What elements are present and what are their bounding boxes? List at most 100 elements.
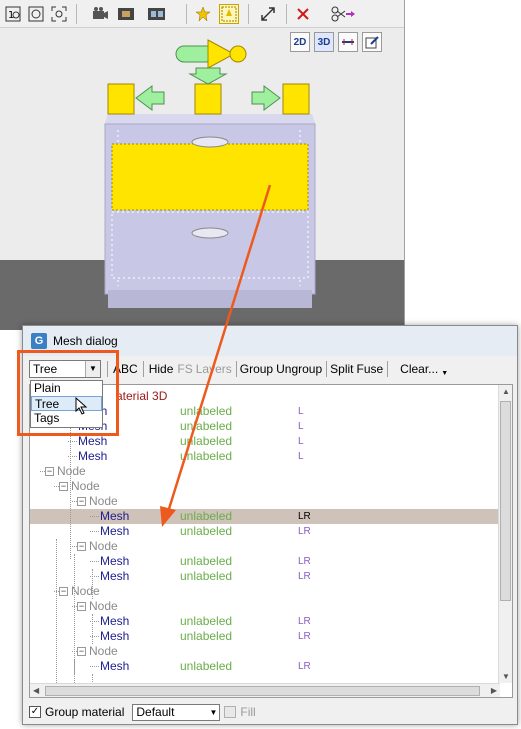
toolbar-separator xyxy=(186,4,187,24)
clear-button[interactable]: Clear... xyxy=(390,362,441,376)
mesh-tag: L xyxy=(298,436,304,447)
tree-node-row[interactable]: − Node xyxy=(30,599,500,614)
mesh-status: unlabeled xyxy=(180,554,233,568)
tree-guide-line xyxy=(92,614,93,644)
mesh-status: unlabeled xyxy=(180,614,233,628)
material-select[interactable]: Default ▼ xyxy=(132,703,221,721)
tree-node-row[interactable]: − Node xyxy=(30,539,500,554)
mesh-dialog: G Mesh dialog Tree ▼ ABC Hide FS Layers … xyxy=(17,325,518,725)
mesh-tag: LR xyxy=(298,631,311,642)
tree-mesh-row[interactable]: Mesh unlabeled LR xyxy=(30,614,500,629)
mesh-tag: LR xyxy=(298,526,311,537)
scroll-left-icon[interactable]: ◀ xyxy=(33,686,39,695)
node-label: Node xyxy=(89,494,118,508)
lower-drawer xyxy=(111,211,309,279)
vertical-scroll-thumb[interactable] xyxy=(500,401,511,601)
callout-highlight-box xyxy=(17,350,119,436)
gizmo-rotate-ball xyxy=(229,45,247,63)
fill-label: Fill xyxy=(240,705,256,719)
fill-checkbox[interactable] xyxy=(224,706,237,718)
gizmo-left-handle xyxy=(107,83,135,115)
toolbar-separator xyxy=(235,361,237,377)
zoom-fit-icon[interactable] xyxy=(49,4,69,24)
chevron-down-icon: ▼ xyxy=(209,707,218,717)
mesh-label: Mesh xyxy=(100,509,130,523)
node-label: Node xyxy=(89,644,118,658)
tree-root-label: aterial 3D xyxy=(116,389,168,403)
select-icon[interactable] xyxy=(219,4,239,24)
tree-mesh-row[interactable]: Mesh unlabeled LR xyxy=(30,659,500,674)
fuse-button[interactable]: Fuse xyxy=(354,362,385,376)
film-strip-icon[interactable] xyxy=(146,4,166,24)
mesh-status: unlabeled xyxy=(180,629,233,643)
mesh-status: unlabeled xyxy=(180,659,233,673)
horizontal-scrollbar[interactable]: ◀ ▶ xyxy=(30,683,500,697)
mesh-label: Mesh xyxy=(100,524,130,538)
scroll-right-icon[interactable]: ▶ xyxy=(491,686,497,695)
tree-node-row[interactable]: − Node xyxy=(30,479,500,494)
tree-guide-line xyxy=(56,539,57,697)
split-button[interactable]: Split xyxy=(329,362,354,376)
tree-guide-line xyxy=(92,569,93,599)
tree-connector xyxy=(90,666,99,667)
tree-node-row[interactable]: − Node xyxy=(30,584,500,599)
node-label: Node xyxy=(57,464,86,478)
camera-icon[interactable] xyxy=(90,4,110,24)
group-material-checkbox[interactable]: ✓ xyxy=(29,706,41,718)
collapse-icon[interactable]: − xyxy=(77,602,86,611)
ungroup-button[interactable]: Ungroup xyxy=(274,362,324,376)
collapse-icon[interactable]: − xyxy=(77,497,86,506)
tree-node-row[interactable]: − Node xyxy=(30,464,500,479)
dialog-title: Mesh dialog xyxy=(53,334,118,348)
scale-icon[interactable]: 1 xyxy=(3,4,23,24)
zoom-icon[interactable] xyxy=(26,4,46,24)
collapse-icon[interactable]: − xyxy=(77,647,86,656)
hide-button[interactable]: Hide xyxy=(146,362,177,376)
mesh-status: unlabeled xyxy=(180,569,233,583)
layers-button[interactable]: Layers xyxy=(194,362,234,376)
group-button[interactable]: Group xyxy=(239,362,274,376)
mesh-status: unlabeled xyxy=(180,449,233,463)
mesh-tag: L xyxy=(298,406,304,417)
mesh-label: Mesh xyxy=(100,569,130,583)
mesh-status: unlabeled xyxy=(180,434,233,448)
mesh-tag: LR xyxy=(298,661,311,672)
film-icon[interactable] xyxy=(116,4,136,24)
tree-mesh-row[interactable]: Mesh unlabeled L xyxy=(30,449,500,464)
tree-node-row[interactable]: − Node xyxy=(30,644,500,659)
tree-mesh-row[interactable]: Mesh unlabeled LR xyxy=(30,569,500,584)
tree-connector xyxy=(90,516,99,517)
scissors-icon[interactable] xyxy=(330,4,358,24)
tree-mesh-row[interactable]: Mesh unlabeled LR xyxy=(30,554,500,569)
transform-icon[interactable] xyxy=(258,4,278,24)
toolbar-separator xyxy=(326,361,328,377)
3d-viewport[interactable]: 2D 3D xyxy=(0,28,404,330)
toolbar-separator xyxy=(248,4,249,24)
gizmo-down-arrow xyxy=(188,67,228,85)
horizontal-scroll-thumb[interactable] xyxy=(45,686,480,696)
star-icon[interactable] xyxy=(193,4,213,24)
collapse-icon[interactable]: − xyxy=(77,542,86,551)
delete-icon[interactable] xyxy=(293,4,313,24)
tree-node-row[interactable]: − Node xyxy=(30,494,500,509)
tree-mesh-row[interactable]: Mesh unlabeled L xyxy=(30,434,500,449)
collapse-icon[interactable]: − xyxy=(45,467,54,476)
scroll-up-icon[interactable]: ▲ xyxy=(502,387,510,396)
mesh-label: Mesh xyxy=(78,449,108,463)
main-toolbar: 1 xyxy=(0,0,404,28)
gizmo-right-handle xyxy=(282,83,310,115)
collapse-icon[interactable]: − xyxy=(59,587,68,596)
toolbar-separator xyxy=(76,4,77,24)
mesh-status: unlabeled xyxy=(180,509,233,523)
app-logo-icon: G xyxy=(31,333,47,349)
tree-mesh-row[interactable]: Mesh unlabeled LR xyxy=(30,509,500,524)
vertical-scrollbar[interactable]: ▲ ▼ xyxy=(498,385,512,683)
tree-mesh-row[interactable]: Mesh unlabeled LR xyxy=(30,524,500,539)
tree-mesh-row[interactable]: Mesh unlabeled LR xyxy=(30,629,500,644)
scroll-down-icon[interactable]: ▼ xyxy=(502,672,510,681)
toolbar-separator xyxy=(286,4,287,24)
collapse-icon[interactable]: − xyxy=(59,482,68,491)
gizmo-center-handle xyxy=(194,83,222,115)
mesh-label: Mesh xyxy=(78,434,108,448)
fs-button[interactable]: FS xyxy=(176,362,193,376)
